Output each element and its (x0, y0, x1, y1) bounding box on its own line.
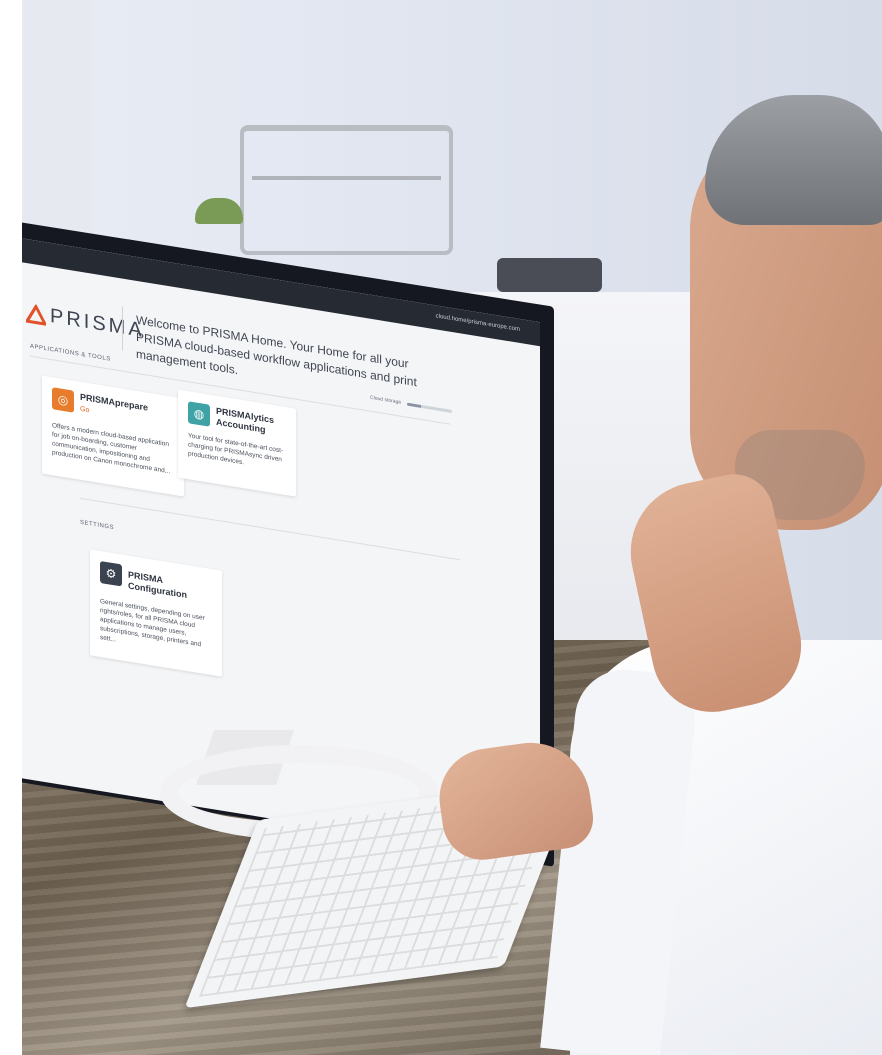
app-card-description: Your tool for state-of-the-art cost-char… (188, 432, 284, 467)
prisma-logo-icon (26, 303, 46, 326)
settings-section-label: SETTINGS (80, 519, 115, 532)
settings-card-title: PRISMA Configuration (128, 569, 187, 601)
potted-plant (195, 198, 243, 224)
app-card-go-link[interactable]: Go (80, 406, 89, 415)
section-divider (80, 497, 460, 561)
prepare-icon: ◎ (52, 387, 74, 413)
configuration-icon: ⚙ (100, 560, 122, 587)
cloud-storage-bar (407, 402, 453, 413)
cloud-storage-fill (407, 402, 421, 408)
app-card-description: Offers a modern cloud-based application … (52, 422, 171, 476)
app-card-prismalytics[interactable]: ◍ PRISMAlytics Accounting Your tool for … (178, 389, 296, 497)
app-card-prismaprepare[interactable]: ◎ PRISMAprepare Go Offers a modern cloud… (42, 375, 184, 497)
app-card-title: PRISMAlytics Accounting (216, 405, 275, 435)
wall-panel (22, 0, 92, 230)
applications-section-label: APPLICATIONS & TOOLS (30, 343, 111, 363)
document-tray (240, 125, 453, 255)
browser-url[interactable]: cloud.home/prisma-europe.com (436, 313, 520, 333)
header-divider (122, 306, 123, 351)
prisma-logo-text: PRISMA (50, 304, 145, 343)
app-card-title: PRISMAprepare (80, 391, 149, 413)
prisma-logo[interactable]: PRISMA (26, 301, 145, 343)
office-photo: cloud.home/prisma-europe.com PRISMA Welc… (0, 0, 882, 1055)
analytics-icon: ◍ (188, 401, 210, 427)
settings-card-prisma-configuration[interactable]: ⚙ PRISMA Configuration General settings,… (90, 549, 222, 677)
settings-card-description: General settings, depending on user righ… (100, 597, 205, 649)
desk-phone (497, 258, 602, 292)
left-edge (0, 0, 22, 1055)
